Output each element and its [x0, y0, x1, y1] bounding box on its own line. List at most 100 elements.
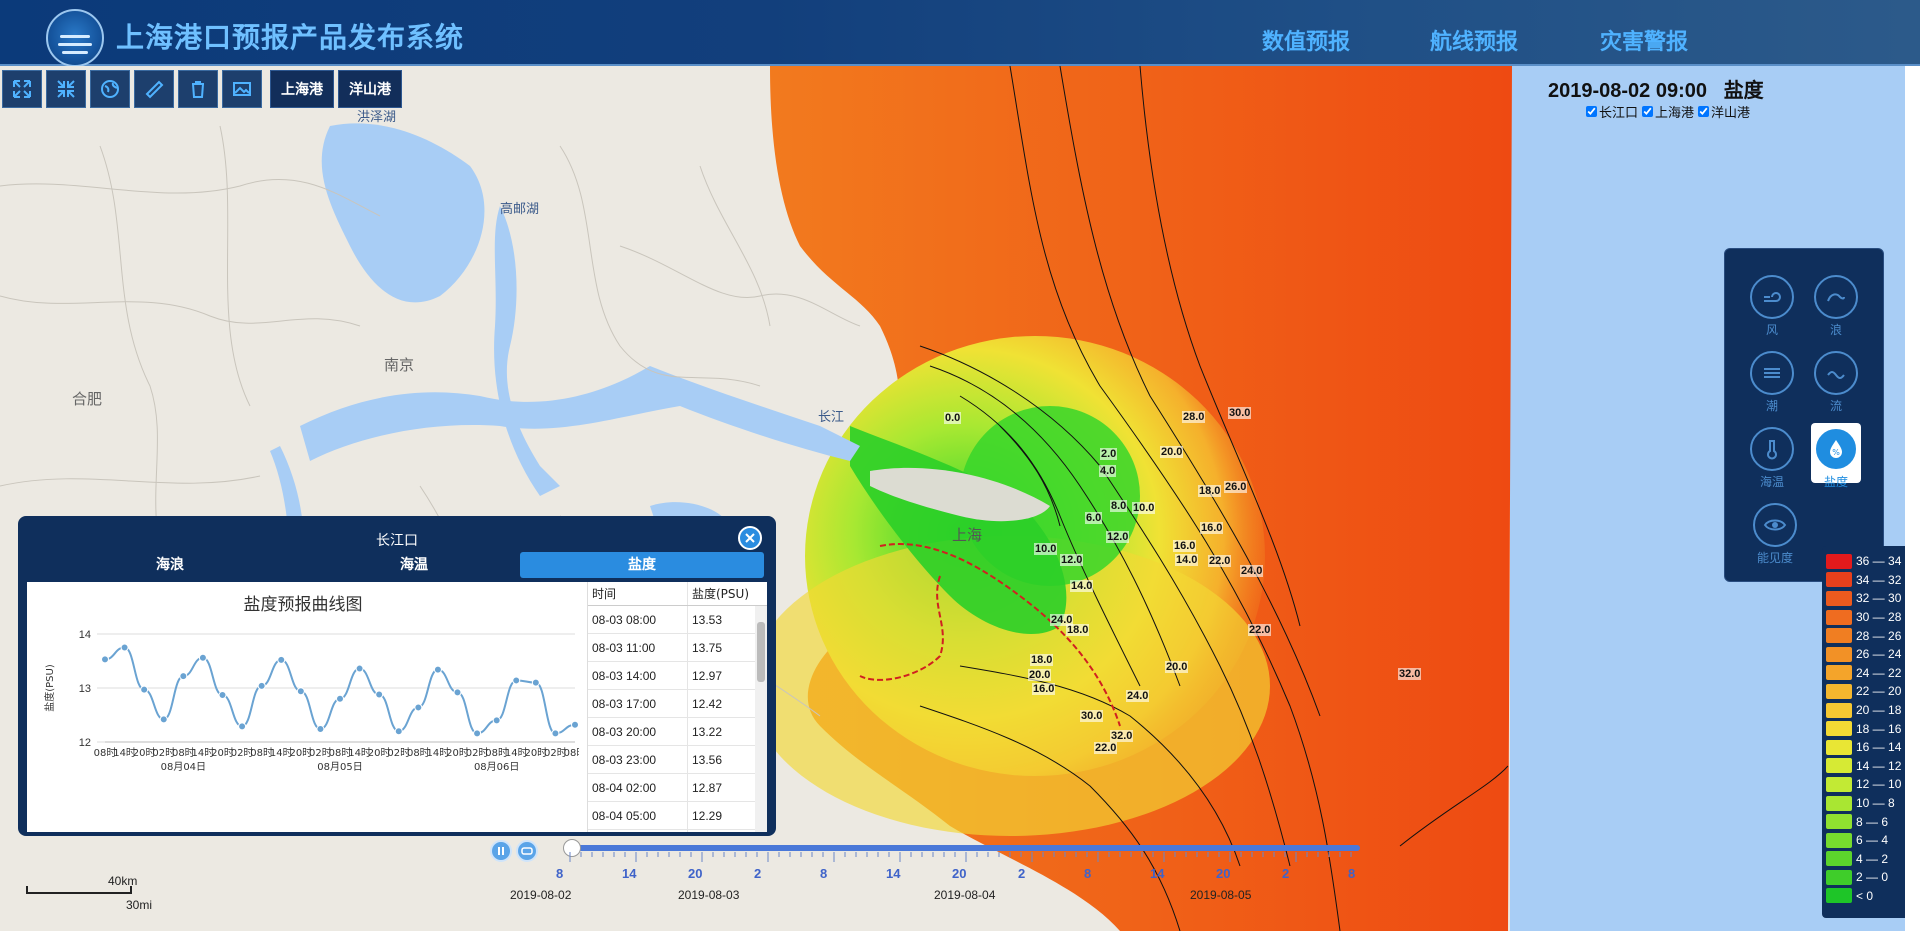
- layer-panel: 风 浪 潮 流 海温 % 盐度 能见度: [1724, 248, 1884, 582]
- y-tick-label: 12: [79, 737, 91, 749]
- port-button-yangshan[interactable]: 洋山港: [338, 70, 402, 108]
- layer-checkboxes: 长江口 上海港 洋山港: [1586, 102, 1750, 121]
- place-label: 洪泽湖: [357, 109, 397, 124]
- forecast-variable: 盐度: [1723, 80, 1764, 102]
- image-icon[interactable]: [222, 70, 262, 108]
- data-point: [453, 688, 462, 697]
- tab-sea-temp[interactable]: 海温: [292, 552, 536, 578]
- contour-label: 24.0: [1126, 690, 1150, 702]
- data-point: [433, 665, 442, 674]
- data-point: [296, 687, 305, 696]
- legend-label: 6 — 4: [1856, 833, 1889, 848]
- salinity-icon: %: [1830, 440, 1842, 458]
- legend-item: 20 — 18: [1826, 701, 1914, 720]
- checkbox-shanghai-port[interactable]: [1642, 106, 1654, 117]
- layer-button-tide[interactable]: 潮: [1747, 351, 1797, 414]
- timeline-track[interactable]: [570, 845, 1360, 851]
- nav-route-forecast[interactable]: 航线预报: [1430, 24, 1518, 56]
- table-cell-salinity: 13.53: [692, 613, 723, 627]
- layer-button-visibility[interactable]: 能见度: [1747, 503, 1803, 566]
- legend-item: 26 — 24: [1826, 645, 1914, 664]
- data-point: [159, 715, 168, 724]
- table-cell-time: 08-03 23:00: [588, 746, 688, 773]
- table-header: 时间 盐度(PSU): [588, 582, 767, 606]
- layer-button-wind[interactable]: 风: [1747, 275, 1797, 338]
- tab-wave[interactable]: 海浪: [48, 552, 292, 578]
- pause-button[interactable]: [490, 840, 512, 862]
- data-point: [257, 681, 266, 690]
- table-cell-time: 08-03 20:00: [588, 718, 688, 745]
- timeline-hour-label: 2: [1282, 866, 1290, 881]
- x-date-label: 08月06日: [474, 761, 519, 773]
- table-row: 08-03 14:00 12.97: [588, 662, 767, 690]
- expand-icon[interactable]: [2, 70, 42, 108]
- table-cell-salinity: 12.87: [692, 781, 723, 795]
- salinity-table: 时间 盐度(PSU) 08-03 08:00 13.53 08-03 11:00 13…: [587, 582, 767, 832]
- globe-icon[interactable]: [90, 70, 130, 108]
- nav-numeric-forecast[interactable]: 数值预报: [1262, 24, 1350, 56]
- legend-label: 36 — 34: [1856, 554, 1902, 569]
- layer-button-salinity[interactable]: % 盐度: [1811, 423, 1861, 489]
- timeline-hour-label: 14: [622, 866, 637, 881]
- legend-swatch: [1826, 646, 1852, 662]
- checkbox-label: 洋山港: [1711, 106, 1751, 121]
- forecast-datetime: 2019-08-02 09:00: [1548, 80, 1708, 102]
- loop-button[interactable]: [516, 840, 538, 862]
- checkbox-label: 长江口: [1599, 106, 1639, 121]
- table-rows: 08-03 08:00 13.53 08-03 11:00 13.75 08-03 14…: [588, 606, 767, 832]
- contour-label: 22.0: [1094, 742, 1118, 754]
- wave-icon: [1827, 293, 1845, 302]
- contour-label: 32.0: [1398, 668, 1422, 680]
- contour-label: 16.0: [1032, 683, 1056, 695]
- ruler-icon[interactable]: [134, 70, 174, 108]
- legend-item: 16 — 14: [1826, 738, 1914, 757]
- page-scrollbar[interactable]: [1905, 66, 1920, 931]
- timeline-hour-label: 20: [688, 866, 703, 881]
- legend-swatch: [1826, 702, 1852, 718]
- checkbox-yangshan-port[interactable]: [1698, 106, 1710, 117]
- trash-icon[interactable]: [178, 70, 218, 108]
- close-icon[interactable]: [738, 526, 762, 550]
- data-point: [218, 691, 227, 700]
- place-label: 合肥: [72, 391, 103, 408]
- tab-salinity[interactable]: 盐度: [520, 552, 764, 578]
- port-button-shanghai[interactable]: 上海港: [270, 70, 334, 108]
- collapse-icon[interactable]: [46, 70, 86, 108]
- table-cell-salinity: 13.56: [692, 753, 723, 767]
- timeline-date-label: 2019-08-03: [678, 888, 740, 902]
- layer-button-wave[interactable]: 浪: [1811, 275, 1861, 338]
- scale-mi: 30mi: [126, 898, 153, 912]
- legend-item: 18 — 16: [1826, 719, 1914, 738]
- table-scrollbar[interactable]: [755, 606, 767, 832]
- checkbox-changjiangkou[interactable]: [1586, 106, 1597, 117]
- layer-label: 盐度: [1823, 475, 1848, 489]
- table-row: 08-04 02:00 12.87: [588, 774, 767, 802]
- layer-button-current[interactable]: 流: [1811, 351, 1861, 414]
- layer-button-sea-temp[interactable]: 海温: [1747, 427, 1797, 490]
- eye-icon: [1763, 519, 1787, 531]
- legend-label: 24 — 22: [1856, 665, 1902, 680]
- salinity-chart: 盐度预报曲线图 14 13 12 盐度(PSU) 08时 14时 20时 02时 08时 14时 2…: [27, 582, 579, 832]
- nav-disaster-warning[interactable]: 灾害警报: [1600, 24, 1688, 56]
- data-point: [551, 729, 560, 738]
- data-point: [198, 653, 207, 662]
- data-point: [571, 720, 579, 729]
- legend-label: 34 — 32: [1856, 572, 1902, 587]
- timeline-hour-label: 8: [1084, 866, 1092, 881]
- timeline-hour-label: 2: [1018, 866, 1026, 881]
- place-label: 上海: [952, 527, 983, 544]
- legend-label: 20 — 18: [1856, 703, 1902, 718]
- legend-label: 16 — 14: [1856, 740, 1902, 755]
- data-point: [473, 729, 482, 738]
- legend-item: 8 — 6: [1826, 812, 1914, 831]
- table-cell-time: 08-03 08:00: [588, 606, 688, 633]
- contour-label: 12.0: [1106, 531, 1130, 543]
- table-row: 08-03 17:00 12.42: [588, 690, 767, 718]
- contour-label: 8.0: [1110, 500, 1128, 512]
- contour-label: 0.0: [944, 412, 962, 424]
- contour-label: 10.0: [1132, 502, 1156, 514]
- layer-label: 流: [1829, 399, 1842, 413]
- timeline-hour-label: 20: [952, 866, 967, 881]
- popup-title: 长江口: [376, 533, 418, 549]
- forecast-time-label: 2019-08-02 09:00 盐度: [1548, 74, 1764, 103]
